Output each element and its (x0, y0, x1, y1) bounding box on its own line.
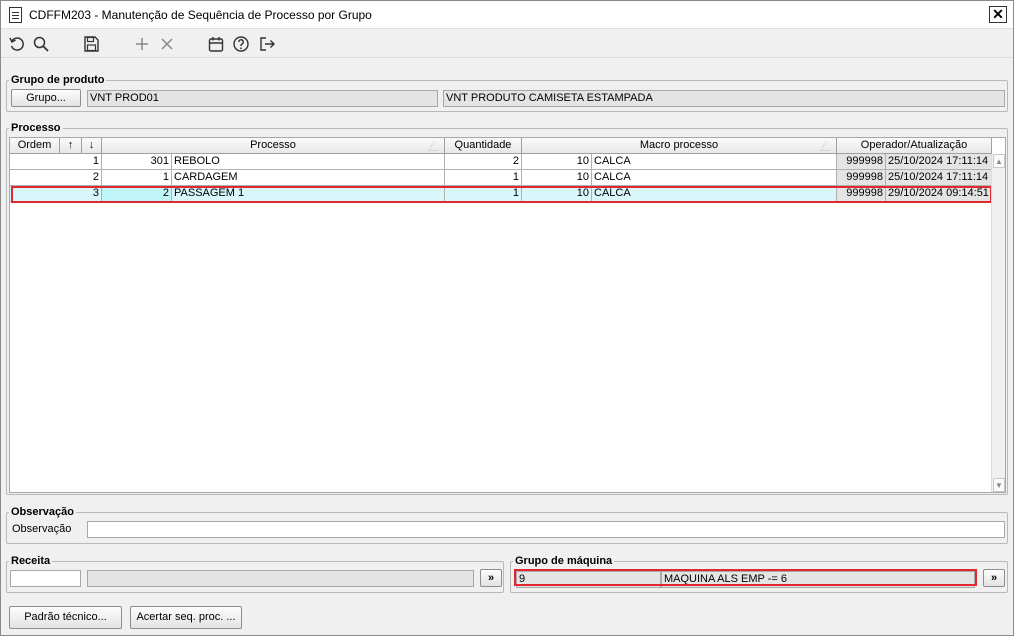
cell-quantidade[interactable]: 1 (445, 170, 522, 186)
document-icon (9, 7, 22, 23)
cell-atualizacao: 25/10/2024 17:11:14 (886, 170, 992, 186)
cell-atualizacao: 25/10/2024 17:11:14 (886, 154, 992, 170)
cell-ordem[interactable]: 2 (10, 170, 102, 186)
col-header-macro[interactable]: Macro processo (522, 138, 837, 154)
grupo-button[interactable]: Grupo... (11, 89, 81, 107)
toolbar (1, 30, 1013, 58)
cell-operador: 999998 (837, 154, 886, 170)
cell-macro-code[interactable]: 10 (522, 186, 592, 202)
col-header-operador[interactable]: Operador/Atualização (837, 138, 992, 154)
receita-code-input[interactable] (10, 570, 81, 587)
cell-ordem[interactable]: 3 (10, 186, 102, 202)
grupo-produto-legend: Grupo de produto (11, 74, 105, 86)
grupo-maquina-code-field: 9 (516, 571, 661, 588)
move-down-icon[interactable]: ↓ (82, 138, 102, 154)
observacao-label: Observação (12, 523, 72, 535)
cell-macro-name: CALCA (592, 170, 837, 186)
col-header-ordem[interactable]: Ordem (10, 138, 60, 154)
acertar-seq-button[interactable]: Acertar seq. proc. ... (130, 606, 242, 629)
cell-atualizacao: 29/10/2024 09:14:51 (886, 186, 992, 202)
grupo-maquina-legend: Grupo de máquina (515, 555, 613, 567)
col-header-quantidade[interactable]: Quantidade (445, 138, 522, 154)
grupo-maquina-description-field: MAQUINA ALS EMP -= 6 (661, 571, 975, 588)
grupo-maquina-lookup-button[interactable]: » (983, 569, 1005, 587)
scroll-up-icon[interactable]: ▲ (993, 154, 1005, 168)
cell-processo-code[interactable]: 1 (102, 170, 172, 186)
cell-operador: 999998 (837, 186, 886, 202)
processo-legend: Processo (11, 122, 61, 134)
table-row[interactable]: 1 301 REBOLO 2 10 CALCA 999998 25/10/202… (10, 154, 992, 170)
cell-macro-name: CALCA (592, 186, 837, 202)
scroll-down-icon[interactable]: ▼ (993, 478, 1005, 492)
cell-processo-name: REBOLO (172, 154, 445, 170)
table-row[interactable]: 2 1 CARDAGEM 1 10 CALCA 999998 25/10/202… (10, 170, 992, 186)
vertical-scrollbar[interactable]: ▲ ▼ (991, 154, 1005, 492)
table-row-selected[interactable]: 3 2 PASSAGEM 1 1 10 CALCA 999998 29/10/2… (10, 186, 992, 202)
delete-icon[interactable] (157, 34, 177, 54)
col-header-processo[interactable]: Processo (102, 138, 445, 154)
cell-macro-name: CALCA (592, 154, 837, 170)
window-title: CDFFM203 - Manutenção de Sequência de Pr… (29, 8, 372, 22)
grupo-code-field: VNT PROD01 (87, 90, 438, 107)
search-icon[interactable] (31, 34, 51, 54)
cell-quantidade[interactable]: 1 (445, 186, 522, 202)
cell-ordem[interactable]: 1 (10, 154, 102, 170)
cell-macro-code[interactable]: 10 (522, 170, 592, 186)
help-icon[interactable] (231, 34, 251, 54)
cell-processo-code[interactable]: 2 (102, 186, 172, 202)
observacao-legend: Observação (11, 506, 74, 518)
cell-operador: 999998 (837, 170, 886, 186)
receita-lookup-button[interactable]: » (480, 569, 502, 587)
calendar-icon[interactable] (206, 34, 226, 54)
refresh-icon[interactable] (7, 34, 27, 54)
cell-processo-name: CARDAGEM (172, 170, 445, 186)
receita-description-field (87, 570, 474, 587)
add-icon[interactable] (132, 34, 152, 54)
padrao-tecnico-button[interactable]: Padrão técnico... (9, 606, 122, 629)
observacao-input[interactable] (87, 521, 1005, 538)
close-button[interactable]: ✕ (989, 6, 1007, 23)
move-up-icon[interactable]: ↑ (60, 138, 82, 154)
processo-grid[interactable]: Ordem ↑ ↓ Processo Quantidade Macro proc… (9, 137, 1006, 493)
save-icon[interactable] (81, 34, 101, 54)
cell-quantidade[interactable]: 2 (445, 154, 522, 170)
title-bar: CDFFM203 - Manutenção de Sequência de Pr… (1, 1, 1013, 29)
grupo-description-field: VNT PRODUTO CAMISETA ESTAMPADA (443, 90, 1005, 107)
cell-processo-name: PASSAGEM 1 (172, 186, 445, 202)
cell-macro-code[interactable]: 10 (522, 154, 592, 170)
main-window: CDFFM203 - Manutenção de Sequência de Pr… (0, 0, 1014, 636)
cell-processo-code[interactable]: 301 (102, 154, 172, 170)
exit-icon[interactable] (257, 34, 277, 54)
receita-legend: Receita (11, 555, 51, 567)
